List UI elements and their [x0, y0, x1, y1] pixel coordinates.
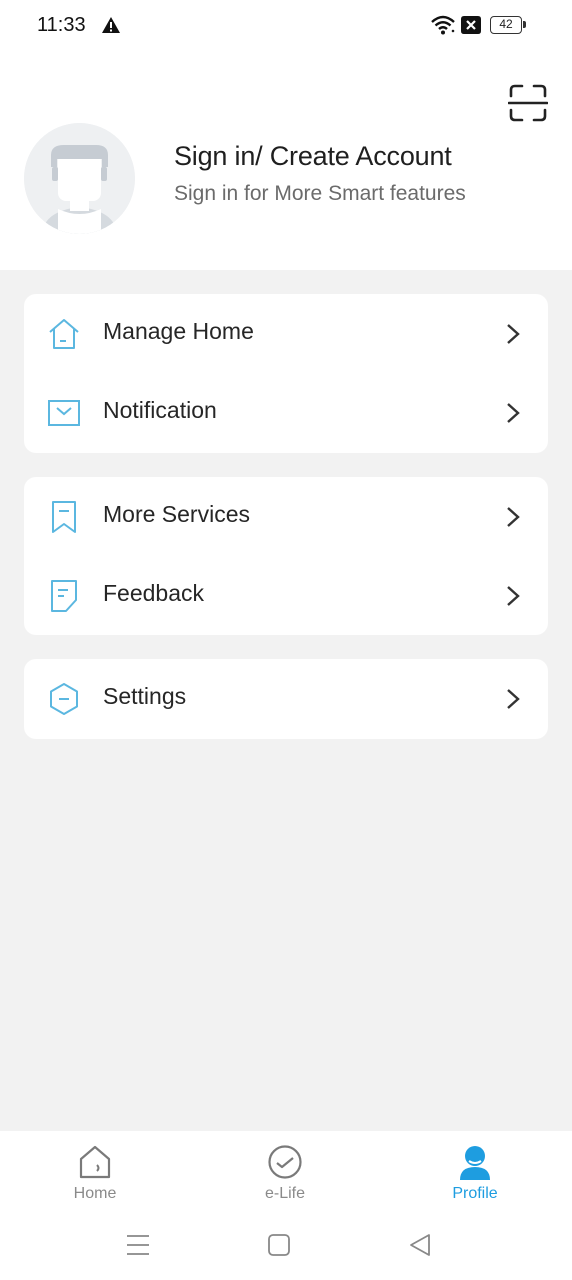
menu-label: Feedback	[103, 580, 205, 606]
chevron-right-icon	[507, 324, 520, 344]
avatar	[24, 123, 135, 234]
sign-in-header[interactable]: Sign in/ Create Account Sign in for More…	[0, 120, 572, 240]
warning-icon	[102, 17, 120, 33]
menu-label: More Services	[103, 501, 250, 527]
sign-in-subtitle: Sign in for More Smart features	[174, 182, 466, 205]
bookmark-icon	[52, 501, 76, 533]
chevron-right-icon	[507, 507, 520, 527]
menu-icon[interactable]	[125, 1232, 151, 1258]
tab-home[interactable]: Home	[35, 1143, 155, 1213]
sign-in-title: Sign in/ Create Account	[174, 141, 452, 171]
chevron-right-icon	[507, 586, 520, 606]
home-button-icon[interactable]	[266, 1232, 292, 1258]
tab-label: Profile	[452, 1185, 498, 1202]
back-icon[interactable]	[407, 1232, 433, 1258]
home-icon	[79, 1145, 111, 1179]
status-time: 11:33	[37, 14, 86, 36]
status-bar: 11:33 42	[0, 0, 572, 52]
menu-item-manage-home[interactable]: Manage Home	[24, 294, 548, 374]
battery-icon: 42	[490, 16, 526, 34]
profile-icon	[460, 1146, 490, 1180]
menu-item-more-services[interactable]: More Services	[24, 477, 548, 557]
scan-icon[interactable]	[508, 84, 548, 122]
menu-card-settings: Settings	[24, 659, 548, 739]
bottom-nav: Home e-Life Profile	[0, 1131, 572, 1280]
mail-icon	[48, 400, 80, 426]
sim-off-icon	[461, 16, 481, 34]
wifi-icon	[431, 15, 455, 35]
top-area: 11:33 42 Sign in/ Create Account Sign in…	[0, 0, 572, 270]
menu-card-home: Manage Home Notification	[24, 294, 548, 453]
tab-label: Home	[73, 1185, 117, 1202]
note-icon	[51, 580, 77, 612]
tab-profile[interactable]: Profile	[415, 1143, 535, 1213]
tab-label: e-Life	[264, 1185, 306, 1202]
menu-label: Notification	[103, 397, 217, 423]
menu-label: Settings	[103, 683, 187, 709]
menu-card-services: More Services Feedback	[24, 477, 548, 635]
menu-item-settings[interactable]: Settings	[24, 659, 548, 739]
menu-item-feedback[interactable]: Feedback	[24, 556, 548, 636]
menu-label: Manage Home	[103, 318, 254, 344]
default-avatar-icon	[24, 123, 135, 234]
chevron-right-icon	[507, 689, 520, 709]
chevron-right-icon	[507, 403, 520, 423]
home-outline-icon	[49, 319, 79, 349]
hexagon-settings-icon	[50, 683, 78, 715]
elife-icon	[268, 1145, 302, 1179]
menu-item-notification[interactable]: Notification	[24, 373, 548, 453]
tab-elife[interactable]: e-Life	[225, 1143, 345, 1213]
